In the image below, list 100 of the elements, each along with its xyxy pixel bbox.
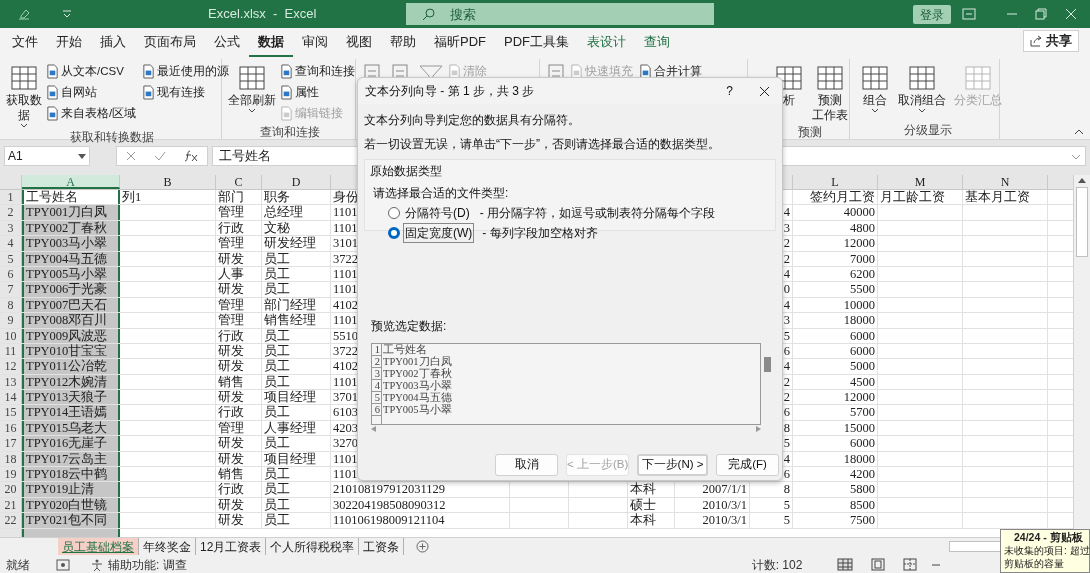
line-number: 2 bbox=[372, 356, 382, 368]
table-cell: 5700 bbox=[793, 405, 878, 420]
table-cell: 部门经理 bbox=[262, 297, 331, 313]
dialog-text: 文本分列向导判定您的数据具有分隔符。 bbox=[364, 112, 581, 129]
group-label: 查询和连接 bbox=[258, 124, 321, 141]
line-number: 6 bbox=[372, 404, 382, 416]
table-cell: 2010/3/1 bbox=[675, 513, 750, 528]
line-number: 4 bbox=[372, 380, 382, 392]
table-cell: 销售经理 bbox=[262, 313, 331, 328]
table-cell: 员工 bbox=[262, 513, 331, 528]
table-cell: TPY016无崖子 bbox=[22, 436, 120, 451]
table-cell: 员工 bbox=[262, 374, 331, 390]
table-cell: 管理 bbox=[216, 297, 262, 313]
table-cell: 18000 bbox=[793, 451, 878, 467]
table-cell: 6200 bbox=[793, 266, 878, 282]
table-cell: 研发 bbox=[216, 390, 262, 405]
preview-line: TPY001刀白凤 bbox=[382, 356, 452, 368]
table-cell: 研发 bbox=[216, 451, 262, 467]
table-cell: 销售 bbox=[216, 467, 262, 482]
table-cell: TPY008邓百川 bbox=[22, 313, 120, 328]
table-cell: 职务 bbox=[262, 190, 331, 205]
count-text: 计数: 102 bbox=[751, 556, 803, 573]
table-cell: 员工 bbox=[262, 482, 331, 497]
dialog-text: 若一切设置无误，请单击“下一步”，否则请选择最合适的数据类型。 bbox=[364, 136, 721, 153]
table-cell: 研发 bbox=[216, 436, 262, 451]
table-cell: 7500 bbox=[793, 513, 878, 528]
table-cell: 110106198009121104 bbox=[331, 513, 510, 528]
line-number: 5 bbox=[372, 392, 382, 404]
table-cell: 2007/1/1 bbox=[675, 482, 750, 497]
popup-text: 剪贴板的容量 bbox=[1004, 557, 1065, 570]
table-cell: 部门 bbox=[216, 190, 262, 205]
table-cell: 人事经理 bbox=[262, 420, 331, 436]
table-cell: 月工龄工资 bbox=[878, 190, 963, 205]
table-cell: 管理 bbox=[216, 420, 262, 436]
group-label: 分级显示 bbox=[902, 122, 953, 139]
group-label: 获取和转换数据 bbox=[68, 129, 155, 146]
table-cell: 列1 bbox=[120, 190, 216, 205]
preview-line: TPY003马小翠 bbox=[382, 380, 452, 392]
table-cell: 研发 bbox=[216, 343, 262, 359]
table-cell: 管理 bbox=[216, 236, 262, 251]
table-cell: 行政 bbox=[216, 405, 262, 420]
table-cell: 6000 bbox=[793, 328, 878, 343]
table-cell: 12000 bbox=[793, 236, 878, 251]
table-cell: 5500 bbox=[793, 282, 878, 297]
table-cell: TPY018云中鹤 bbox=[22, 467, 120, 482]
table-cell: 302204198508090312 bbox=[331, 497, 510, 513]
table-cell: 员工 bbox=[262, 405, 331, 420]
table-cell: 员工 bbox=[262, 251, 331, 266]
line-number: 3 bbox=[372, 368, 382, 380]
table-cell: 10000 bbox=[793, 297, 878, 313]
table-cell: 本科 bbox=[628, 513, 675, 528]
table-cell: 4500 bbox=[793, 374, 878, 390]
status-text: 就绪 bbox=[6, 556, 30, 573]
table-cell: 研发经理 bbox=[262, 236, 331, 251]
table-cell: 40000 bbox=[793, 205, 878, 220]
table-cell: 2010/3/1 bbox=[675, 497, 750, 513]
preview-line: TPY005马小翠 bbox=[382, 404, 452, 416]
table-cell: 5 bbox=[750, 497, 793, 513]
table-cell: 研发 bbox=[216, 282, 262, 297]
preview-line: TPY004马五德 bbox=[382, 392, 452, 404]
table-cell: 研发 bbox=[216, 251, 262, 266]
table-cell: 5000 bbox=[793, 359, 878, 374]
table-cell: TPY003马小翠 bbox=[22, 236, 120, 251]
table-cell: 行政 bbox=[216, 328, 262, 343]
table-cell: 工号姓名 bbox=[22, 190, 120, 205]
table-cell: TPY013天狼子 bbox=[22, 390, 120, 405]
table-cell: 人事 bbox=[216, 266, 262, 282]
table-cell: 210108197912031129 bbox=[331, 482, 510, 497]
table-cell: 员工 bbox=[262, 359, 331, 374]
table-cell: 8 bbox=[750, 482, 793, 497]
table-cell: 员工 bbox=[262, 436, 331, 451]
table-cell: 项目经理 bbox=[262, 390, 331, 405]
group-title: 原始数据类型 bbox=[370, 163, 443, 180]
table-cell: TPY001刀白凤 bbox=[22, 205, 120, 220]
table-cell: TPY021包不同 bbox=[22, 513, 120, 528]
popup-title: 24/24 - 剪贴板 bbox=[1013, 530, 1084, 544]
table-cell: 4200 bbox=[793, 467, 878, 482]
table-cell: 研发 bbox=[216, 497, 262, 513]
group-label: 预测 bbox=[796, 124, 823, 141]
table-cell: 销售 bbox=[216, 374, 262, 390]
table-cell: 8500 bbox=[793, 497, 878, 513]
table-cell: 管理 bbox=[216, 313, 262, 328]
table-cell: 4800 bbox=[793, 220, 878, 236]
table-cell: 员工 bbox=[262, 467, 331, 482]
table-cell: 项目经理 bbox=[262, 451, 331, 467]
table-cell: 18000 bbox=[793, 313, 878, 328]
table-cell: 5800 bbox=[793, 482, 878, 497]
table-cell: 硕士 bbox=[628, 497, 675, 513]
table-cell: 本科 bbox=[628, 482, 675, 497]
table-cell: TPY014王语嫣 bbox=[22, 405, 120, 420]
preview-line: 工号姓名 bbox=[382, 344, 427, 356]
table-cell: 基本月工资 bbox=[963, 190, 1048, 205]
table-cell: 6000 bbox=[793, 436, 878, 451]
table-cell: 员工 bbox=[262, 328, 331, 343]
table-cell: 行政 bbox=[216, 482, 262, 497]
table-cell: TPY011公冶乾 bbox=[22, 359, 120, 374]
table-cell: 行政 bbox=[216, 220, 262, 236]
table-cell: 文秘 bbox=[262, 220, 331, 236]
table-cell: TPY006于光豪 bbox=[22, 282, 120, 297]
table-cell: 总经理 bbox=[262, 205, 331, 220]
